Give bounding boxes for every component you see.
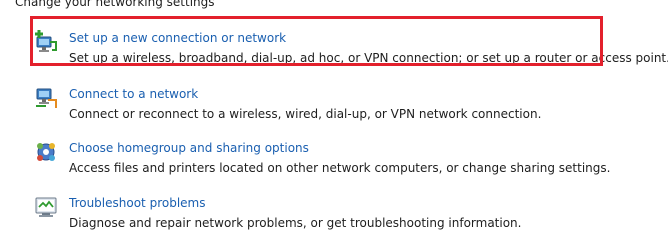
connect-network-icon[interactable] bbox=[34, 86, 58, 110]
network-settings-panel: Change your networking settings Set up a… bbox=[0, 0, 668, 251]
set-up-new-connection-description: Set up a wireless, broadband, dial-up, a… bbox=[69, 51, 668, 65]
homegroup-sharing-description: Access files and printers located on oth… bbox=[69, 161, 611, 175]
troubleshoot-icon[interactable] bbox=[34, 195, 58, 219]
section-heading: Change your networking settings bbox=[15, 0, 215, 9]
task-homegroup: Choose homegroup and sharing options Acc… bbox=[0, 140, 668, 180]
homegroup-sharing-link[interactable]: Choose homegroup and sharing options bbox=[69, 140, 309, 156]
task-connect-network: Connect to a network Connect or reconnec… bbox=[0, 86, 668, 126]
task-troubleshoot: Troubleshoot problems Diagnose and repai… bbox=[0, 195, 668, 235]
homegroup-icon[interactable] bbox=[34, 140, 58, 164]
connect-to-network-description: Connect or reconnect to a wireless, wire… bbox=[69, 107, 542, 121]
troubleshoot-problems-link[interactable]: Troubleshoot problems bbox=[69, 195, 205, 211]
new-connection-icon[interactable] bbox=[34, 30, 58, 54]
task-new-connection: Set up a new connection or network Set u… bbox=[0, 30, 668, 70]
troubleshoot-problems-description: Diagnose and repair network problems, or… bbox=[69, 216, 522, 230]
set-up-new-connection-link[interactable]: Set up a new connection or network bbox=[69, 30, 286, 46]
connect-to-network-link[interactable]: Connect to a network bbox=[69, 86, 198, 102]
